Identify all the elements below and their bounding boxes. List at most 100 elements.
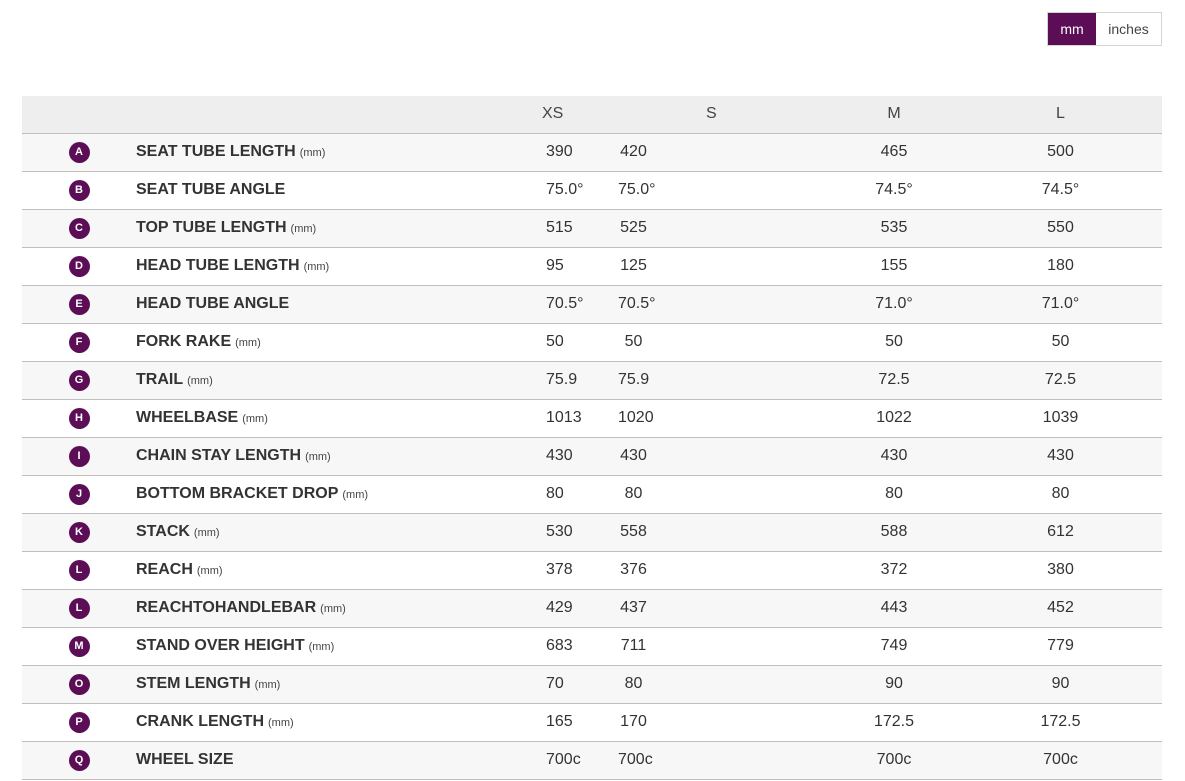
row-letter-cell: B: [22, 171, 136, 209]
row-label-cell: SEAT TUBE ANGLE: [136, 171, 498, 209]
header-size-l: L: [959, 96, 1162, 134]
row-unit: (mm): [320, 603, 346, 615]
value-cell-xs: 75.0°: [546, 181, 584, 198]
value-cell-s: 376: [620, 561, 647, 578]
value-cell-xs: 390: [546, 143, 573, 160]
value-cell-s: 430: [620, 447, 647, 464]
header-letter: [22, 96, 136, 134]
row-label-cell: REACH (mm): [136, 551, 498, 589]
row-label-cell: SEAT TUBE LENGTH (mm): [136, 133, 498, 171]
row-unit: (mm): [187, 375, 213, 387]
row-letter-cell: D: [22, 247, 136, 285]
row-label: REACHTOHANDLEBAR: [136, 599, 317, 616]
row-label-cell: STACK (mm): [136, 513, 498, 551]
unit-option-mm[interactable]: mm: [1048, 13, 1096, 45]
row-letter-badge: G: [68, 369, 90, 391]
table-row: Q WHEEL SIZE 700c 700c 700c 700c: [22, 741, 1162, 779]
value-cell-m: 535: [880, 219, 908, 236]
unit-option-inches[interactable]: inches: [1096, 13, 1161, 45]
value-cell-xs: 70.5°: [546, 295, 584, 312]
value-cell-m: 80: [885, 485, 903, 502]
table-row: D HEAD TUBE LENGTH (mm) 95 125 155 180: [22, 247, 1162, 285]
value-cell-xs: 515: [546, 219, 573, 236]
value-cell-l: 72.5: [1044, 371, 1077, 388]
value-cell-m: 588: [880, 523, 908, 540]
value-cell-l: 74.5°: [1041, 181, 1080, 198]
value-cell-xs: 80: [546, 485, 564, 502]
row-letter-cell: G: [22, 361, 136, 399]
table-row: A SEAT TUBE LENGTH (mm) 390 420 465 500: [22, 133, 1162, 171]
row-unit: (mm): [290, 223, 317, 235]
row-label: HEAD TUBE LENGTH: [136, 257, 300, 274]
row-unit: (mm): [193, 527, 220, 539]
row-label-cell: HEAD TUBE LENGTH (mm): [136, 247, 498, 285]
row-label: TRAIL: [136, 371, 184, 388]
row-label-cell: TOP TUBE LENGTH (mm): [136, 209, 498, 247]
value-cell-l: 380: [1047, 561, 1074, 578]
value-cell-s: 75.0°: [618, 181, 656, 198]
row-letter-badge: E: [68, 293, 90, 315]
value-cell-s: 80: [624, 485, 643, 502]
row-letter-badge: J: [68, 483, 90, 505]
value-cell-l: 779: [1047, 637, 1074, 654]
row-letter-cell: K: [22, 513, 136, 551]
table-row: I CHAIN STAY LENGTH (mm) 430 430 430 430: [22, 437, 1162, 475]
value-cell-s: 80: [624, 675, 643, 692]
row-letter-badge: K: [68, 521, 90, 543]
row-unit: (mm): [305, 451, 331, 463]
row-label: CRANK LENGTH: [136, 713, 264, 730]
row-label: REACH: [136, 561, 193, 578]
value-cell-xs: 75.9: [546, 371, 578, 388]
value-cell-m: 90: [885, 675, 903, 692]
value-cell-s: 420: [620, 143, 647, 160]
row-unit: (mm): [235, 337, 261, 349]
header-size-s: S: [618, 96, 829, 134]
value-cell-m: 155: [880, 257, 908, 274]
row-label: TOP TUBE LENGTH: [136, 219, 287, 236]
header-size-m: M: [829, 96, 959, 134]
row-letter-badge: Q: [68, 749, 90, 771]
table-row: H WHEELBASE (mm) 1013 1020 1022 1039: [22, 399, 1162, 437]
value-cell-xs: 50: [546, 333, 564, 350]
row-label: HEAD TUBE ANGLE: [136, 295, 290, 312]
row-letter-cell: O: [22, 665, 136, 703]
row-unit: (mm): [303, 261, 330, 273]
row-letter-cell: E: [22, 285, 136, 323]
row-label-cell: BOTTOM BRACKET DROP (mm): [136, 475, 498, 513]
row-letter-badge: P: [68, 711, 90, 733]
value-cell-m: 465: [880, 143, 908, 160]
row-letter-badge: I: [68, 445, 90, 467]
value-cell-l: 180: [1047, 257, 1074, 274]
value-cell-s: 75.9: [618, 371, 650, 388]
value-cell-s: 70.5°: [618, 295, 656, 312]
row-letter-cell: C: [22, 209, 136, 247]
row-letter-cell: L: [22, 589, 136, 627]
row-letter-cell: F: [22, 323, 136, 361]
value-cell-xs: 95: [546, 257, 564, 274]
value-cell-s: 125: [620, 257, 647, 274]
value-cell-s: 711: [620, 637, 647, 654]
row-letter-cell: I: [22, 437, 136, 475]
table-row: E HEAD TUBE ANGLE 70.5° 70.5° 71.0° 71.0°: [22, 285, 1162, 323]
table-row: K STACK (mm) 530 558 588 612: [22, 513, 1162, 551]
value-cell-s: 170: [620, 713, 647, 730]
row-letter-badge: C: [68, 217, 90, 239]
geometry-table: XS S M L A SEAT TUBE LENGTH (mm) 390 420 465 5…: [22, 96, 1162, 780]
value-cell-xs: 683: [546, 637, 573, 654]
row-label: SEAT TUBE LENGTH: [136, 143, 296, 160]
table-row: O STEM LENGTH (mm) 70 80 90 90: [22, 665, 1162, 703]
row-letter-badge: B: [68, 179, 90, 201]
row-unit: (mm): [299, 147, 326, 159]
value-cell-xs: 165: [546, 713, 573, 730]
value-cell-l: 1039: [1042, 409, 1079, 426]
row-letter-badge: H: [68, 407, 90, 429]
row-letter-cell: J: [22, 475, 136, 513]
row-label-cell: CHAIN STAY LENGTH (mm): [136, 437, 498, 475]
row-letter-badge: L: [68, 597, 90, 619]
row-unit: (mm): [196, 565, 223, 577]
row-label-cell: TRAIL (mm): [136, 361, 498, 399]
unit-toggle[interactable]: mm inches: [1047, 12, 1162, 46]
value-cell-l: 550: [1047, 219, 1074, 236]
value-cell-xs: 430: [546, 447, 573, 464]
value-cell-m: 443: [880, 599, 908, 616]
